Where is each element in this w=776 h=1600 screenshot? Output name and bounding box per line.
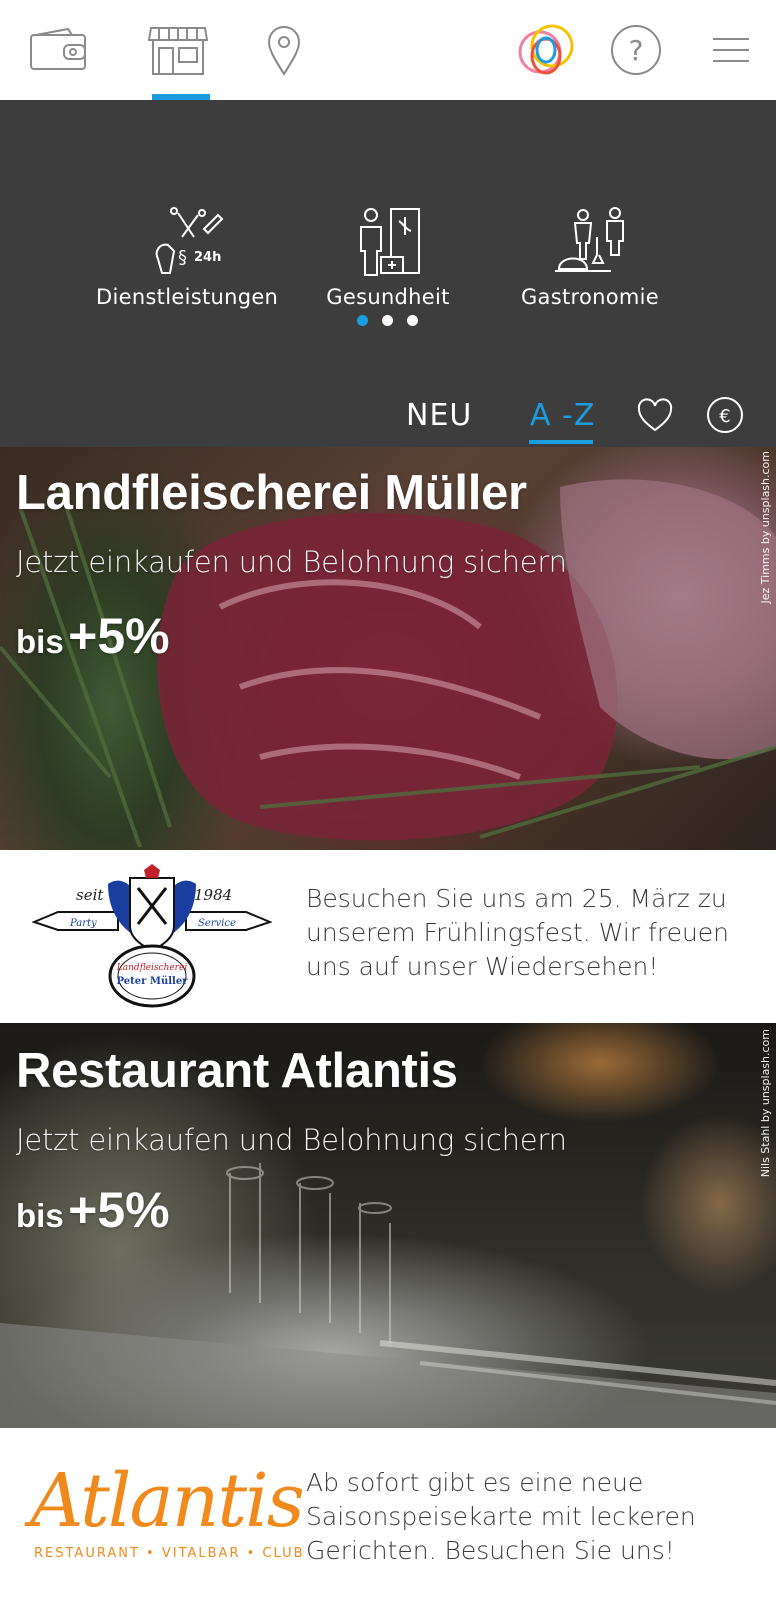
- reward-value: +5%: [68, 608, 170, 664]
- merchant-card-info[interactable]: Atlantis RESTAURANT • VITALBAR • CLUB Ab…: [0, 1428, 776, 1600]
- svg-text:§: §: [178, 247, 187, 268]
- euro-glyph: €: [719, 406, 730, 427]
- gastronomy-dining-icon: [500, 205, 680, 277]
- sort-new-tab[interactable]: NEU: [406, 398, 472, 433]
- heart-icon[interactable]: [636, 398, 674, 434]
- merchant-message: Ab sofort gibt es eine neue Saisonspeise…: [306, 1468, 696, 1565]
- landfleischerei-logo: seit 1984 Party Service Landfleischerei …: [31, 864, 273, 1010]
- logo-wordmark: Atlantis: [30, 1458, 305, 1544]
- health-doctor-icon: [300, 205, 476, 277]
- top-navigation-bar: ?: [0, 0, 776, 100]
- photo-credit: Nils Stahl by unsplash.com: [759, 1029, 772, 1178]
- store-icon[interactable]: [146, 22, 210, 78]
- logo-owner: Peter Müller: [117, 976, 189, 987]
- logo-tagline: RESTAURANT • VITALBAR • CLUB: [34, 1546, 305, 1561]
- category-gastronomie[interactable]: Gastronomie: [500, 205, 680, 309]
- logo-year: 1984: [194, 886, 232, 904]
- category-label: Dienstleistungen: [96, 285, 279, 309]
- help-glyph: ?: [629, 34, 644, 67]
- category-label: Gesundheit: [326, 285, 450, 309]
- merchant-name: Landfleischerei Müller: [16, 466, 527, 520]
- logo-party: Party: [69, 918, 97, 929]
- services-badge: 24h: [194, 250, 221, 265]
- merchant-card-hero[interactable]: Landfleischerei Müller Jetzt einkaufen u…: [0, 447, 776, 850]
- hamburger-menu-icon[interactable]: [706, 22, 756, 78]
- reward-prefix: bis: [16, 1197, 64, 1234]
- sort-active-indicator: [529, 440, 593, 444]
- category-label: Gastronomie: [520, 285, 659, 309]
- merchant-tagline: Jetzt einkaufen und Belohnung sichern: [16, 545, 567, 579]
- help-icon[interactable]: ?: [608, 22, 664, 78]
- location-pin-icon[interactable]: [260, 22, 308, 78]
- merchant-card-hero[interactable]: Restaurant Atlantis Jetzt einkaufen und …: [0, 1023, 776, 1428]
- category-carousel[interactable]: § 24h Dienstleistungen Gesundheit Gastro…: [0, 100, 776, 447]
- logo-service: Service: [198, 918, 236, 929]
- photo-credit: Jez Timms by unsplash.com: [759, 451, 772, 604]
- pager-dot[interactable]: [382, 315, 393, 326]
- merchant-card-info[interactable]: seit 1984 Party Service Landfleischerei …: [0, 850, 776, 1023]
- merchant-name: Restaurant Atlantis: [16, 1044, 458, 1098]
- pager-dot[interactable]: [407, 315, 418, 326]
- atlantis-logo: Atlantis RESTAURANT • VITALBAR • CLUB: [20, 1458, 305, 1574]
- logo-seit: seit: [76, 886, 104, 904]
- sort-filter-bar: NEU A -Z €: [0, 390, 776, 447]
- services-tools-icon: § 24h: [96, 205, 276, 277]
- carousel-pager: [357, 315, 418, 326]
- logo-shop: Landfleischerei: [116, 963, 188, 973]
- reward-badge: bis +5%: [16, 607, 170, 665]
- merchant-message: Besuchen Sie uns am 25. März zu unserem …: [306, 884, 730, 981]
- reward-prefix: bis: [16, 623, 64, 660]
- pager-dot-active[interactable]: [357, 315, 368, 326]
- brand-logo-icon[interactable]: [512, 22, 578, 78]
- reward-badge: bis +5%: [16, 1181, 170, 1239]
- category-gesundheit[interactable]: Gesundheit: [300, 205, 476, 309]
- merchant-tagline: Jetzt einkaufen und Belohnung sichern: [16, 1123, 567, 1157]
- category-dienstleistungen[interactable]: § 24h Dienstleistungen: [96, 205, 279, 309]
- wallet-icon[interactable]: [26, 22, 90, 78]
- reward-value: +5%: [68, 1182, 170, 1238]
- euro-icon[interactable]: €: [706, 396, 744, 434]
- sort-az-tab[interactable]: A -Z: [530, 398, 595, 433]
